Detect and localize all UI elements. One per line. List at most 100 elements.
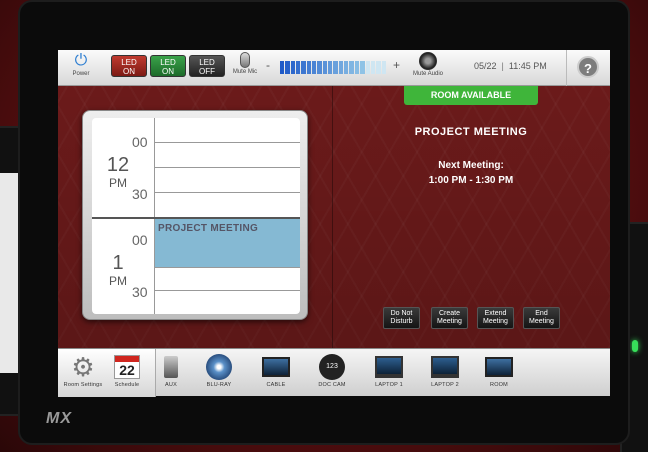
led-off-button[interactable]: LED OFF [189,55,225,77]
help-icon: ? [584,61,592,76]
source-label: LAPTOP 2 [431,382,459,388]
volume-segment [381,61,386,74]
schedule-button[interactable]: 22 Schedule [104,353,150,389]
volume-bar[interactable] [280,61,386,74]
led-on-green-line2: ON [162,67,174,76]
volume-up-button[interactable]: + [393,58,400,72]
mute-audio-button[interactable]: Mute Audio [410,52,446,78]
mute-mic-label: Mute Mic [232,69,258,75]
date-time-display: 05/22 | 11:45 PM [474,61,547,71]
power-button[interactable]: ⏻ Power [64,52,98,78]
date-text: 05/22 [474,61,497,71]
volume-segment [306,61,312,74]
source-cable-button[interactable]: CABLE [253,353,299,389]
power-icon: ⏻ [74,52,88,69]
calendar-icon: 22 [114,355,140,379]
volume-down-button[interactable]: - [266,58,270,72]
current-meeting-title: PROJECT MEETING [414,126,528,138]
button-line2: Meeting [437,318,462,325]
power-label: Power [72,71,90,77]
source-label: AUX [165,382,177,388]
room-settings-button[interactable]: ⚙ Room Settings [60,353,106,389]
led-on-green-line1: LED [160,58,176,67]
time-slot[interactable] [155,168,300,193]
button-line2: Disturb [390,318,413,325]
source-label: DOC CAM [318,382,346,388]
led-on-red-line1: LED [121,58,137,67]
booked-meeting-slot[interactable]: PROJECT MEETING [155,219,300,268]
hour-separator [92,217,300,219]
led-on-red-line2: ON [123,67,135,76]
top-bar: ⏻ Power LED ON LED ON LED OFF Mute Mic -… [58,50,610,86]
volume-segment [344,61,349,74]
hour-label-12: 12 PM [100,154,136,190]
minute-mark: 30 [132,186,148,202]
time-slot[interactable] [155,143,300,168]
source-room-button[interactable]: ROOM [476,353,522,389]
help-button[interactable]: ? [577,56,599,78]
led-off-line1: LED [199,58,215,67]
volume-segment [349,61,354,74]
time-slot[interactable] [155,268,300,291]
minute-mark: 00 [132,134,148,150]
hour-label-1: 1 PM [100,252,136,288]
volume-segment [296,61,301,74]
time-text: 11:45 PM [508,61,547,71]
source-aux-button[interactable]: AUX [148,353,194,389]
bluray-icon [206,354,232,380]
volume-segment [290,61,296,74]
volume-segment [301,61,306,74]
mute-mic-button[interactable]: Mute Mic [228,52,262,76]
time-slots: PROJECT MEETING [154,118,300,314]
hour-number: 1 [112,252,124,274]
volume-segment [338,61,344,74]
hour-ampm: PM [109,274,127,288]
minute-mark: 00 [132,232,148,248]
led-on-green-button[interactable]: LED ON [150,55,186,77]
time-slot[interactable] [155,291,300,314]
volume-segment [280,61,285,74]
source-doccam-button[interactable]: 123 DOC CAM [309,353,355,389]
source-label: BLU-RAY [206,382,232,388]
schedule-label: Schedule [114,382,140,388]
button-line1: End [535,310,548,317]
volume-segment [328,61,333,74]
room-settings-label: Room Settings [63,382,103,388]
time-column: 12 PM 00 30 1 PM 00 30 [92,118,154,314]
schedule-timeline[interactable]: 12 PM 00 30 1 PM 00 30 PROJECT MEETING [92,118,300,314]
room-status-badge: ROOM AVAILABLE [404,86,538,105]
main-content: 12 PM 00 30 1 PM 00 30 PROJECT MEETING R… [58,86,610,348]
doccam-icon: 123 [319,354,345,380]
source-bluray-button[interactable]: BLU-RAY [196,353,242,389]
volume-segment [354,61,360,74]
source-laptop1-button[interactable]: LAPTOP 1 [366,353,412,389]
help-area: ? [566,50,610,86]
date-time-separator: | [501,61,504,71]
hour-ampm: PM [109,176,127,190]
time-slot[interactable] [155,118,300,143]
create-meeting-button[interactable]: Create Meeting [431,307,468,329]
end-meeting-button[interactable]: End Meeting [523,307,560,329]
led-on-red-button[interactable]: LED ON [111,55,147,77]
do-not-disturb-button[interactable]: Do Not Disturb [383,307,420,329]
button-line2: Meeting [529,318,554,325]
source-label: ROOM [490,382,508,388]
volume-segment [285,61,290,74]
led-off-line2: OFF [199,67,215,76]
extend-meeting-button[interactable]: Extend Meeting [477,307,514,329]
hour-number: 12 [106,154,130,176]
volume-segment [322,61,328,74]
gear-icon: ⚙ [71,352,95,382]
volume-segment [365,61,370,74]
volume-segment [376,61,381,74]
button-line2: Meeting [483,318,508,325]
calendar-day: 22 [119,362,135,378]
time-slot[interactable] [155,193,300,218]
source-laptop2-button[interactable]: LAPTOP 2 [422,353,468,389]
laptop-icon [431,356,459,378]
settings-group: ⚙ Room Settings 22 Schedule [58,349,156,397]
source-label: LAPTOP 1 [375,382,403,388]
booked-meeting-title: PROJECT MEETING [158,223,259,234]
monitor-icon [485,357,513,377]
laptop-icon [375,356,403,378]
